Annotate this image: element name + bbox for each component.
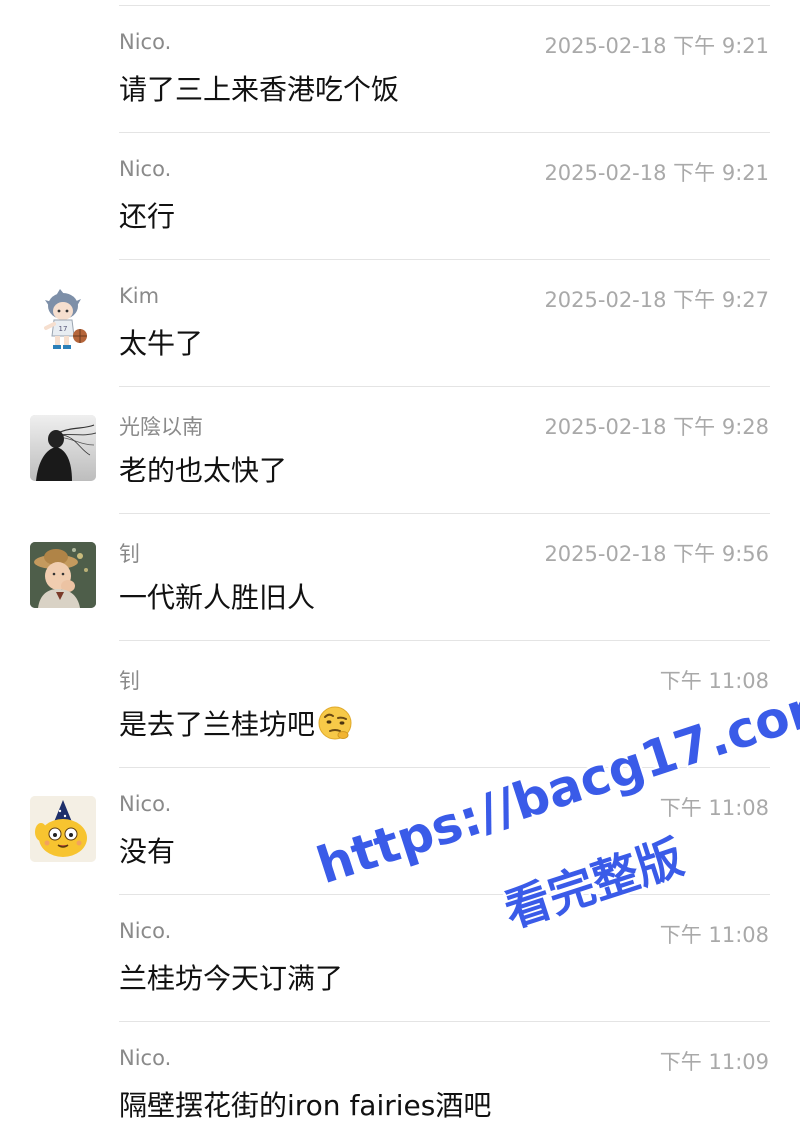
sender-name[interactable]: Nico. [119, 919, 171, 943]
message-text[interactable]: 兰桂坊今天订满了 [119, 957, 343, 997]
chat-history-screen: Nico. 2025-02-18 下午 9:21 请了三上来香港吃个饭 Nico… [0, 0, 800, 1138]
message-text[interactable]: 还行 [119, 195, 175, 235]
chat-message[interactable]: Nico. 2025-02-18 下午 9:21 请了三上来香港吃个饭 [0, 6, 800, 133]
svg-text:17: 17 [59, 325, 68, 333]
chibi-basketball-player-avatar[interactable]: 17 [30, 288, 96, 354]
sender-name[interactable]: Kim [119, 284, 159, 308]
chat-message[interactable]: Nico. 下午 11:08 没有 [0, 768, 800, 895]
chat-message[interactable]: Nico. 2025-02-18 下午 9:21 还行 [0, 133, 800, 260]
message-timestamp: 2025-02-18 下午 9:21 [544, 161, 769, 185]
sender-name[interactable]: Nico. [119, 1046, 171, 1070]
sender-name[interactable]: 光陰以南 [119, 411, 203, 441]
raised-eyebrow-face-emoji [317, 705, 353, 741]
message-text[interactable]: 是去了兰桂坊吧 [119, 703, 353, 743]
message-timestamp: 下午 11:09 [659, 1050, 769, 1074]
message-text[interactable]: 请了三上来香港吃个饭 [119, 68, 399, 108]
message-timestamp: 2025-02-18 下午 9:27 [544, 288, 769, 312]
message-timestamp: 2025-02-18 下午 9:21 [544, 34, 769, 58]
chat-message[interactable]: 钊 2025-02-18 下午 9:56 一代新人胜旧人 [0, 514, 800, 641]
chat-message[interactable]: Nico. 下午 11:08 兰桂坊今天订满了 [0, 895, 800, 1022]
chat-message[interactable]: 17 Kim 2025-02-18 下午 9:27 太牛了 [0, 260, 800, 387]
message-text[interactable]: 老的也太快了 [119, 449, 287, 489]
message-timestamp: 下午 11:08 [659, 923, 769, 947]
silhouette-avatar[interactable] [30, 415, 96, 481]
chat-message[interactable]: 钊 下午 11:08 是去了兰桂坊吧 [0, 641, 800, 768]
message-timestamp: 2025-02-18 下午 9:56 [544, 542, 769, 566]
chat-message[interactable]: 光陰以南 2025-02-18 下午 9:28 老的也太快了 [0, 387, 800, 514]
child-photo-avatar[interactable] [30, 542, 96, 608]
message-timestamp: 下午 11:08 [659, 669, 769, 693]
sender-name[interactable]: 钊 [119, 538, 140, 568]
message-text[interactable]: 隔壁摆花街的iron fairies酒吧 [119, 1084, 491, 1124]
sender-name[interactable]: Nico. [119, 157, 171, 181]
message-text[interactable]: 一代新人胜旧人 [119, 576, 315, 616]
cartoon-yellow-creature-avatar[interactable] [30, 796, 96, 862]
message-text[interactable]: 没有 [119, 830, 175, 870]
chat-message[interactable]: Nico. 下午 11:09 隔壁摆花街的iron fairies酒吧 [0, 1022, 800, 1138]
sender-name[interactable]: Nico. [119, 30, 171, 54]
message-timestamp: 下午 11:08 [659, 796, 769, 820]
message-text[interactable]: 太牛了 [119, 322, 203, 362]
sender-name[interactable]: 钊 [119, 665, 140, 695]
sender-name[interactable]: Nico. [119, 792, 171, 816]
message-timestamp: 2025-02-18 下午 9:28 [544, 415, 769, 439]
